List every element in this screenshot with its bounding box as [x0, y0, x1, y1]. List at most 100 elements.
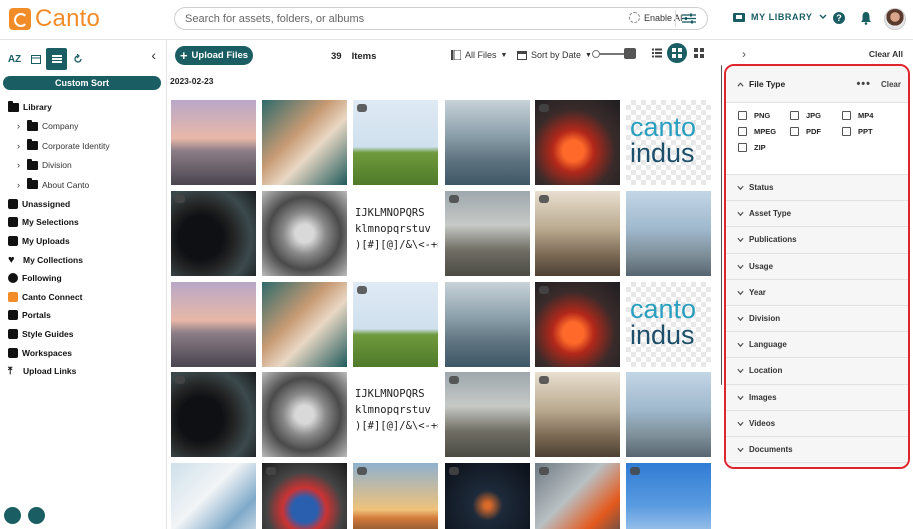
asset-thumbnail[interactable] — [445, 100, 530, 185]
filter-toggle-button[interactable] — [675, 10, 701, 27]
sidebar-item-division[interactable]: › Division — [8, 156, 163, 176]
asset-thumbnail[interactable] — [353, 100, 438, 185]
avatar[interactable] — [884, 8, 906, 30]
upload-files-button[interactable]: + Upload Files — [175, 46, 253, 65]
asset-thumbnail[interactable]: canto indus — [626, 100, 711, 185]
asset-thumbnail[interactable] — [626, 191, 711, 276]
collapse-sidebar-chevron-icon[interactable]: ‹ — [151, 47, 156, 63]
all-files-dropdown[interactable]: All Files ▼ — [451, 50, 507, 60]
facet-usage[interactable]: Usage — [726, 253, 908, 280]
chevron-right-icon[interactable]: › — [17, 180, 23, 190]
asset-thumbnail[interactable] — [171, 191, 256, 276]
sidebar-item-portals[interactable]: Portals — [8, 306, 163, 325]
facet-asset-type[interactable]: Asset Type — [726, 201, 908, 228]
grid-view-button[interactable] — [667, 43, 687, 63]
collapse-panel-chevron-icon[interactable]: › — [742, 47, 746, 61]
sidebar-item-about-canto[interactable]: › About Canto — [8, 175, 163, 195]
checkbox-jpg[interactable]: JPG — [790, 111, 821, 120]
asset-thumbnail[interactable] — [445, 191, 530, 276]
facet-uploaded-by[interactable]: Uploaded By — [726, 463, 908, 467]
checkbox-ppt[interactable]: PPT — [842, 127, 873, 136]
asset-thumbnail[interactable]: IJKLMNOPQRS klmnopqrstuv)[#][@]/&\<-+≠ — [353, 372, 438, 457]
asset-thumbnail[interactable] — [445, 282, 530, 367]
asset-thumbnail[interactable] — [171, 282, 256, 367]
facet-location[interactable]: Location — [726, 358, 908, 385]
asset-thumbnail[interactable]: IJKLMNOPQRS klmnopqrstuv)[#][@]/&\<-+≠ — [353, 191, 438, 276]
sidebar-item-library[interactable]: Library — [8, 98, 163, 117]
asset-thumbnail[interactable] — [535, 100, 620, 185]
asset-thumbnail[interactable] — [626, 463, 711, 529]
asset-thumbnail[interactable] — [262, 100, 347, 185]
refresh-button[interactable] — [67, 48, 88, 70]
checkbox-zip[interactable]: ZIP — [738, 143, 766, 152]
facet-images[interactable]: Images — [726, 384, 908, 411]
asset-thumbnail[interactable] — [171, 463, 256, 529]
chevron-right-icon[interactable]: › — [17, 141, 23, 151]
checkbox-box[interactable] — [790, 111, 799, 120]
checkbox-mp4[interactable]: MP4 — [842, 111, 873, 120]
checkbox-box[interactable] — [738, 111, 747, 120]
sidebar-item-upload-links[interactable]: ⤒ Upload Links — [8, 362, 163, 381]
sidebar-item-style-guides[interactable]: Style Guides — [8, 325, 163, 344]
asset-thumbnail[interactable] — [171, 372, 256, 457]
sidebar-item-following[interactable]: Following — [8, 269, 163, 288]
library-selector[interactable]: MY LIBRARY — [733, 12, 827, 22]
asset-thumbnail[interactable] — [535, 463, 620, 529]
chevron-right-icon[interactable]: › — [17, 160, 23, 170]
canto-logo[interactable]: Canto — [9, 7, 100, 31]
sidebar-item-unassigned[interactable]: Unassigned — [8, 195, 163, 214]
sidebar-item-my-collections[interactable]: ♥ My Collections — [8, 250, 163, 269]
facet-publications[interactable]: Publications — [726, 227, 908, 254]
asset-thumbnail[interactable] — [626, 372, 711, 457]
help-icon[interactable]: ? — [833, 12, 845, 24]
mosaic-view-icon[interactable] — [694, 48, 704, 58]
facet-status[interactable]: Status — [726, 175, 908, 202]
checkbox-mpeg[interactable]: MPEG — [738, 127, 776, 136]
add-folder-button[interactable] — [4, 507, 21, 524]
facet-videos[interactable]: Videos — [726, 410, 908, 437]
asset-thumbnail[interactable] — [535, 372, 620, 457]
asset-thumbnail[interactable] — [353, 463, 438, 529]
custom-sort-button[interactable]: Custom Sort — [3, 76, 161, 90]
sidebar-item-my-selections[interactable]: My Selections — [8, 213, 163, 232]
sort-by-date-dropdown[interactable]: Sort by Date ▼ — [517, 50, 592, 60]
checkbox-box[interactable] — [738, 143, 747, 152]
sidebar-item-workspaces[interactable]: Workspaces — [8, 343, 163, 362]
calendar-button[interactable] — [25, 48, 46, 70]
asset-thumbnail[interactable] — [445, 372, 530, 457]
clear-file-type-button[interactable]: Clear — [881, 80, 901, 89]
checkbox-png[interactable]: PNG — [738, 111, 770, 120]
thumbnail-size-slider[interactable] — [592, 48, 636, 59]
checkbox-box[interactable] — [738, 127, 747, 136]
sidebar-item-company[interactable]: › Company — [8, 117, 163, 137]
sidebar-item-canto-connect[interactable]: Canto Connect — [8, 288, 163, 307]
asset-thumbnail[interactable] — [535, 191, 620, 276]
asset-thumbnail[interactable] — [445, 463, 530, 529]
facet-year[interactable]: Year — [726, 279, 908, 306]
search-input[interactable] — [185, 12, 605, 25]
asset-thumbnail[interactable]: canto indus — [626, 282, 711, 367]
folder-settings-button[interactable] — [28, 507, 45, 524]
asset-thumbnail[interactable] — [535, 282, 620, 367]
asset-thumbnail[interactable] — [262, 191, 347, 276]
facet-division[interactable]: Division — [726, 305, 908, 333]
sort-az-button[interactable]: AZ — [4, 48, 25, 70]
facet-file-type[interactable]: File Type ••• Clear — [726, 66, 908, 103]
checkbox-box[interactable] — [790, 127, 799, 136]
checkbox-box[interactable] — [842, 111, 851, 120]
asset-thumbnail[interactable] — [262, 372, 347, 457]
sidebar-item-corporate-identity[interactable]: › Corporate Identity — [8, 136, 163, 156]
sidebar-item-my-uploads[interactable]: My Uploads — [8, 232, 163, 251]
checkbox-pdf[interactable]: PDF — [790, 127, 821, 136]
more-icon[interactable]: ••• — [856, 78, 871, 90]
bell-icon[interactable] — [860, 11, 872, 25]
facet-language[interactable]: Language — [726, 332, 908, 359]
asset-thumbnail[interactable] — [262, 463, 347, 529]
asset-thumbnail[interactable] — [171, 100, 256, 185]
checkbox-box[interactable] — [842, 127, 851, 136]
chevron-right-icon[interactable]: › — [17, 121, 23, 131]
facet-documents[interactable]: Documents — [726, 436, 908, 464]
list-view-icon[interactable] — [652, 48, 662, 58]
list-view-button[interactable] — [46, 48, 67, 70]
slider-handle[interactable] — [624, 48, 636, 59]
